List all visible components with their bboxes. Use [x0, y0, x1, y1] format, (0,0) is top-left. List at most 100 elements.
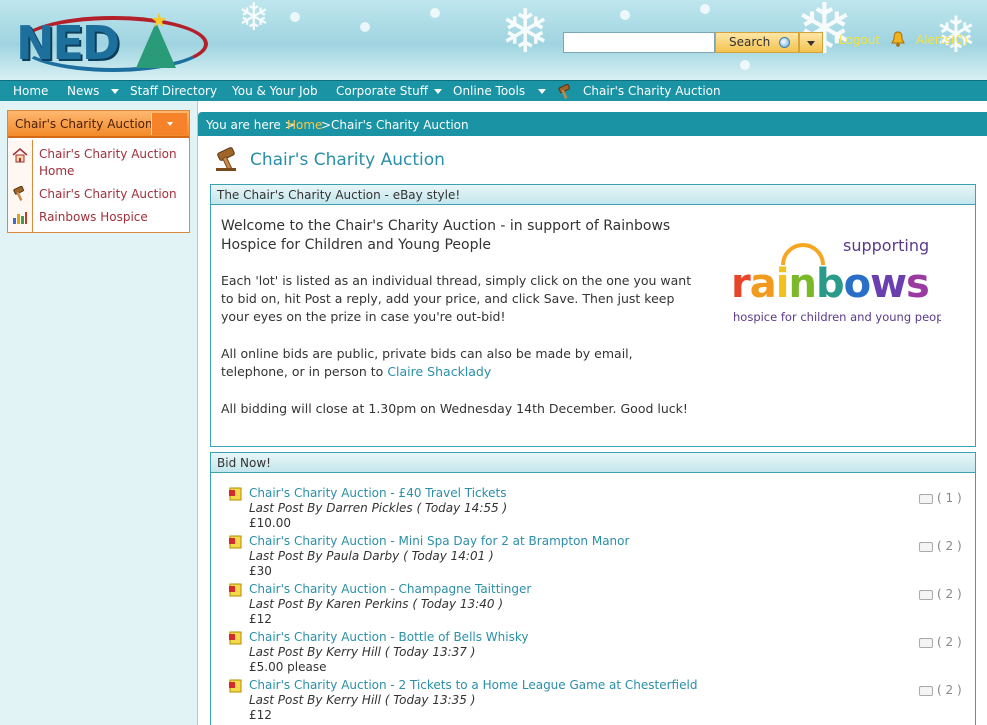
breadcrumb: You are here > Home > Chair's Charity Au…: [198, 112, 987, 136]
intro-panel-header: The Chair's Charity Auction - eBay style…: [211, 185, 975, 205]
nav-you-and-your-job[interactable]: You & Your Job: [232, 84, 318, 98]
snow-dot: [290, 12, 300, 22]
logo-supporting-text: supporting: [843, 236, 929, 255]
snow-dot: [360, 22, 370, 32]
bid-now-panel-header: Bid Now!: [211, 453, 975, 473]
sidebar-collapse-toggle[interactable]: [151, 113, 187, 135]
lot-title-link[interactable]: Chair's Charity Auction - Mini Spa Day f…: [249, 534, 629, 548]
chart-icon: [13, 212, 27, 224]
search-icon: [779, 37, 790, 48]
nav-news[interactable]: News: [67, 84, 99, 98]
list-item: Chair's Charity Auction - Mini Spa Day f…: [229, 534, 962, 580]
lot-last-post: Last Post By Darren Pickles ( Today 14:5…: [249, 501, 508, 515]
breadcrumb-home-link[interactable]: Home: [287, 118, 322, 132]
breadcrumb-separator: >: [321, 118, 332, 132]
chevron-down-icon[interactable]: [538, 89, 546, 94]
snow-dot: [620, 10, 630, 20]
nav-corporate-stuff[interactable]: Corporate Stuff: [336, 84, 428, 98]
breadcrumb-current: Chair's Charity Auction: [331, 118, 469, 132]
sidebar-link-auction[interactable]: Chair's Charity Auction: [39, 186, 184, 203]
reply-count: ( 1 ): [919, 491, 962, 505]
sidebar-panel-title: Chair's Charity Auction: [15, 117, 153, 131]
reply-count-value: ( 1 ): [937, 491, 962, 505]
sidebar-icon-column: [8, 140, 33, 232]
chevron-down-icon: [167, 122, 173, 126]
lot-title-link[interactable]: Chair's Charity Auction - 2 Tickets to a…: [249, 678, 697, 692]
rainbows-hospice-logo[interactable]: supporting rainbows hospice for children…: [731, 235, 941, 325]
nav-home[interactable]: Home: [13, 84, 48, 98]
reply-count: ( 2 ): [919, 635, 962, 649]
search-button[interactable]: Search: [715, 32, 799, 53]
reply-count: ( 2 ): [919, 539, 962, 553]
list-item: Chair's Charity Auction - Bottle of Bell…: [229, 630, 962, 676]
reply-count-value: ( 2 ): [937, 635, 962, 649]
lot-title-link[interactable]: Chair's Charity Auction - £40 Travel Tic…: [249, 486, 507, 500]
bid-now-panel-title: Bid Now!: [217, 456, 271, 470]
snowflake-decoration: ❄: [238, 0, 270, 39]
lot-title-link[interactable]: Chair's Charity Auction - Champagne Tait…: [249, 582, 531, 596]
snowflake-decoration: ❄: [500, 0, 551, 67]
snow-dot: [430, 8, 440, 18]
thread-icon: [229, 583, 242, 597]
thread-icon: [229, 679, 242, 693]
sidebar-link-rainbows-hospice[interactable]: Rainbows Hospice: [39, 209, 184, 226]
ned-logo[interactable]: NED ★: [12, 8, 212, 72]
bell-icon[interactable]: [891, 31, 905, 47]
snow-dot: [740, 60, 750, 70]
thread-icon: [229, 487, 242, 501]
lot-price: £12: [249, 708, 272, 722]
lot-title-link[interactable]: Chair's Charity Auction - Bottle of Bell…: [249, 630, 528, 644]
logo-tagline-text: hospice for children and young people: [733, 310, 941, 324]
comment-icon: [919, 541, 933, 552]
logo-rainbows-text: rainbows: [731, 261, 929, 307]
main-nav: Home News Staff Directory You & Your Job…: [0, 80, 987, 101]
breadcrumb-prefix: You are here >: [206, 118, 295, 132]
reply-count-value: ( 2 ): [937, 683, 962, 697]
alerts-link[interactable]: Alerts(0): [916, 33, 968, 47]
gavel-icon: [558, 84, 570, 99]
gavel-icon: [13, 186, 24, 201]
gavel-icon: [216, 147, 236, 171]
bid-now-panel: Bid Now! Chair's Charity Auction - £40 T…: [210, 452, 976, 725]
instructions-text: Each 'lot' is listed as an individual th…: [221, 273, 692, 324]
lot-price: £5.00 please: [249, 660, 327, 674]
comment-icon: [919, 637, 933, 648]
lot-last-post: Last Post By Kerry Hill ( Today 13:37 ): [249, 645, 476, 659]
nav-online-tools[interactable]: Online Tools: [453, 84, 525, 98]
lot-last-post: Last Post By Kerry Hill ( Today 13:35 ): [249, 693, 476, 707]
nav-chairs-charity-auction[interactable]: Chair's Charity Auction: [583, 84, 721, 98]
comment-icon: [919, 685, 933, 696]
reply-count-value: ( 2 ): [937, 539, 962, 553]
star-icon: ★: [150, 8, 168, 32]
reply-count-value: ( 2 ): [937, 587, 962, 601]
lot-price: £10.00: [249, 516, 291, 530]
chevron-down-icon[interactable]: [434, 89, 442, 94]
private-bids-text: All online bids are public, private bids…: [221, 345, 701, 381]
logout-link[interactable]: Logout: [839, 33, 880, 47]
closing-time-text: All bidding will close at 1.30pm on Wedn…: [221, 401, 688, 416]
lot-last-post: Last Post By Paula Darby ( Today 14:01 ): [249, 549, 494, 563]
snow-dot: [700, 4, 710, 14]
list-item: Chair's Charity Auction - £40 Travel Tic…: [229, 486, 962, 532]
sidebar-panel-header: Chair's Charity Auction: [8, 111, 189, 138]
lot-price: £30: [249, 564, 272, 578]
thread-icon: [229, 631, 242, 645]
list-item: Chair's Charity Auction - 2 Tickets to a…: [229, 678, 962, 724]
chevron-down-icon[interactable]: [111, 89, 119, 94]
thread-icon: [229, 535, 242, 549]
sidebar-link-list: Chair's Charity Auction Home Chair's Cha…: [8, 140, 189, 232]
chevron-down-icon: [807, 41, 815, 46]
nav-staff-directory[interactable]: Staff Directory: [130, 84, 217, 98]
lot-last-post: Last Post By Karen Perkins ( Today 13:40…: [249, 597, 503, 611]
sidebar-link-auction-home[interactable]: Chair's Charity Auction Home: [39, 146, 184, 180]
site-header: ❄ ❄ ❄ ❄ NED ★ Search Logout Alerts(0): [0, 0, 987, 80]
sidebar-panel: Chair's Charity Auction Chair's Charity: [7, 110, 190, 233]
page-title: Chair's Charity Auction: [250, 150, 445, 170]
search-scope-dropdown[interactable]: [799, 32, 823, 53]
welcome-text: Welcome to the Chair's Charity Auction -…: [221, 218, 671, 253]
search-button-label: Search: [729, 35, 771, 49]
lot-price: £12: [249, 612, 272, 626]
search-input[interactable]: [563, 32, 715, 53]
contact-link[interactable]: Claire Shacklady: [387, 364, 491, 379]
reply-count: ( 2 ): [919, 683, 962, 697]
